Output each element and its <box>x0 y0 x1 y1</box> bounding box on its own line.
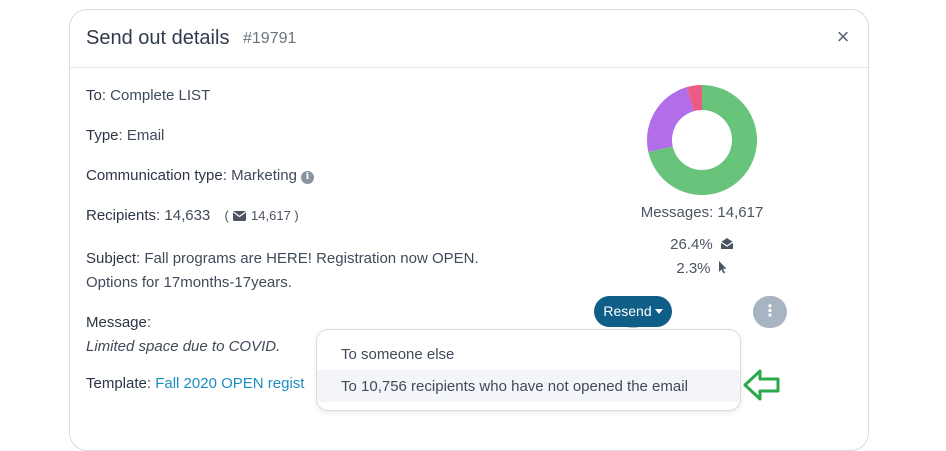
recipients-row: Recipients: 14,633 ( 14,617 ) <box>86 207 299 224</box>
menu-item-unopened-recipients[interactable]: To 10,756 recipients who have not opened… <box>317 370 740 402</box>
send-out-id: #19791 <box>243 30 297 47</box>
caret-down-icon <box>654 309 663 314</box>
message-colon: : <box>146 314 152 331</box>
subject-line-1: : Fall programs are HERE! Registration n… <box>136 250 479 267</box>
subject-row: Subject: Fall programs are HERE! Registr… <box>86 247 479 295</box>
modal-header: Send out details #19791 × <box>70 10 868 68</box>
communication-type-row: Communication type: Marketing i <box>86 167 314 184</box>
resend-label: Resend <box>603 303 652 319</box>
donut-slice-1 <box>647 87 694 152</box>
envelope-open-icon <box>720 238 734 249</box>
close-icon[interactable]: × <box>832 26 854 48</box>
left-arrow-icon <box>743 369 780 401</box>
subject-line-2: Options for 17months-17years. <box>86 274 292 291</box>
to-label: To <box>86 87 102 104</box>
to-row: To: Complete LIST <box>86 87 210 104</box>
resend-dropdown-menu: To someone else To 10,756 recipients who… <box>316 329 741 411</box>
info-icon[interactable]: i <box>300 171 314 184</box>
menu-item-label: To someone else <box>341 346 455 363</box>
modal-title: Send out details <box>86 27 230 49</box>
messages-count: Messages: 14,617 <box>640 204 764 221</box>
cursor-icon <box>718 261 727 274</box>
menu-item-someone-else[interactable]: To someone else <box>317 338 740 370</box>
template-label: Template <box>86 375 147 392</box>
communication-type-label: Communication type <box>86 167 223 184</box>
paren-close: ) <box>294 208 299 223</box>
envelope-icon <box>233 211 247 221</box>
type-value: : Email <box>118 127 165 144</box>
message-row: Message: Limited space due to COVID. <box>86 311 280 359</box>
subject-label: Subject <box>86 250 137 267</box>
template-row: Template: Fall 2020 OPEN regist <box>86 375 304 392</box>
template-link[interactable]: Fall 2020 OPEN regist <box>155 375 304 392</box>
more-options-button[interactable]: ⋮ <box>753 296 787 328</box>
more-vertical-icon: ⋮ <box>762 303 778 320</box>
communication-type-value: : Marketing <box>222 167 297 184</box>
open-rate: 26.4% <box>670 236 713 253</box>
open-rate-donut-chart <box>647 85 757 195</box>
to-value: : Complete LIST <box>101 87 211 104</box>
menu-item-label: To 10,756 recipients who have not opened… <box>341 378 688 395</box>
type-label: Type <box>86 127 119 144</box>
template-colon: : <box>146 375 156 392</box>
message-value: Limited space due to COVID. <box>86 338 281 355</box>
resend-button[interactable]: Resend <box>594 296 672 327</box>
click-rate: 2.3% <box>676 260 711 277</box>
recipients-value: : 14,633 <box>156 207 211 224</box>
paren-open: ( <box>224 208 229 223</box>
click-rate-row: 2.3% <box>610 260 794 277</box>
open-rate-row: 26.4% <box>610 236 794 253</box>
message-label: Message <box>86 314 147 331</box>
recipients-delivered-count: 14,617 <box>251 208 291 223</box>
type-row: Type: Email <box>86 127 164 144</box>
recipients-label: Recipients <box>86 207 157 224</box>
recipients-sub: ( 14,617 ) <box>224 208 298 223</box>
